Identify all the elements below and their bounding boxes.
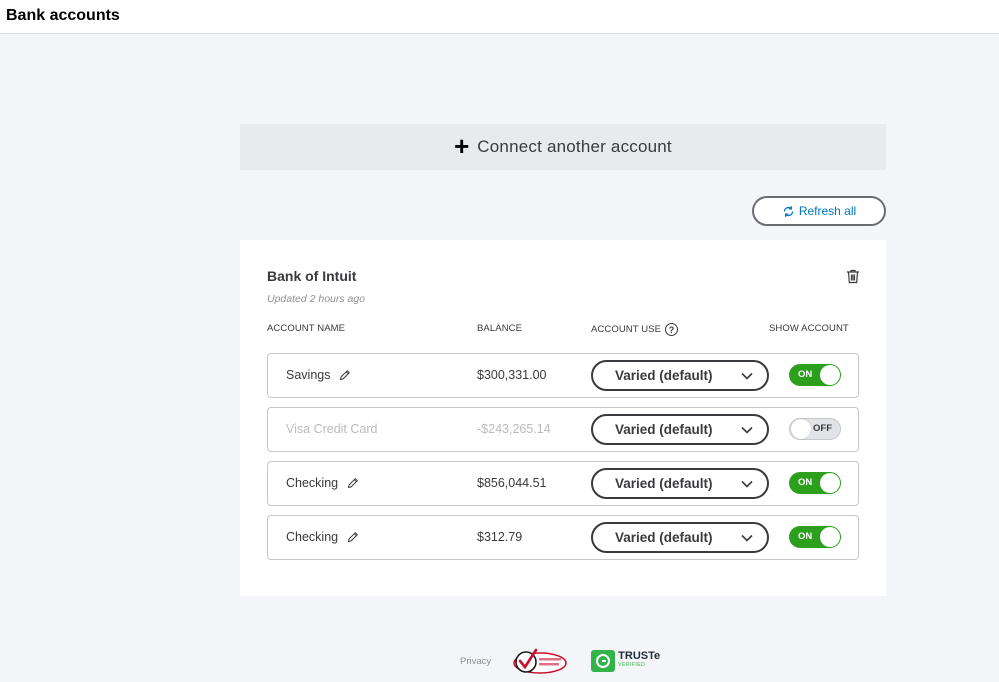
account-use-value: Varied (default) <box>615 368 713 383</box>
account-use-value: Varied (default) <box>615 530 713 545</box>
account-balance: $300,331.00 <box>477 368 547 382</box>
page-title: Bank accounts <box>6 7 120 24</box>
refresh-all-label: Refresh all <box>798 204 857 218</box>
toggle-label: ON <box>798 369 813 380</box>
account-use-dropdown[interactable]: Varied (default) <box>591 522 769 553</box>
verisign-seal-icon <box>511 647 569 675</box>
refresh-icon <box>782 205 795 218</box>
account-row: Savings $300,331.00 Varied (default) ON <box>267 353 859 398</box>
account-use-dropdown[interactable]: Varied (default) <box>591 414 769 445</box>
account-use-value: Varied (default) <box>615 476 713 491</box>
bank-updated-time: Updated 2 hours ago <box>267 293 366 305</box>
help-icon[interactable]: ? <box>665 323 679 336</box>
account-balance: $856,044.51 <box>477 476 547 490</box>
account-name-label: Checking <box>286 530 339 544</box>
account-name: Savings <box>286 368 351 382</box>
account-name: Checking <box>286 476 359 490</box>
account-use-dropdown[interactable]: Varied (default) <box>591 360 769 391</box>
refresh-all-button[interactable]: Refresh all <box>752 196 886 226</box>
bank-card: Bank of Intuit Updated 2 hours ago ACCOU… <box>240 240 886 596</box>
column-header-account-use-label: ACCOUNT USE <box>591 324 662 335</box>
connect-account-label: Connect another account <box>477 137 672 156</box>
footer: Privacy TRUSTe VERIFIED <box>460 646 660 676</box>
column-header-account-use: ACCOUNT USE ? <box>591 323 679 336</box>
truste-logo-icon <box>591 650 616 672</box>
column-header-show-account: SHOW ACCOUNT <box>769 323 849 334</box>
connect-account-button[interactable]: + Connect another account <box>240 124 886 170</box>
truste-text: TRUSTe VERIFIED <box>618 650 661 670</box>
top-bar: Bank accounts <box>0 0 999 34</box>
toggle-knob <box>820 527 840 547</box>
show-account-toggle[interactable]: ON <box>789 472 841 494</box>
account-use-value: Varied (default) <box>615 422 713 437</box>
toggle-label: ON <box>798 477 813 488</box>
toggle-knob <box>791 419 811 439</box>
account-row: Checking $856,044.51 Varied (default) ON <box>267 461 859 506</box>
chevron-down-icon <box>740 531 754 548</box>
plus-icon: + <box>454 131 470 161</box>
account-name-label: Savings <box>286 368 331 382</box>
pencil-icon[interactable] <box>339 369 351 381</box>
show-account-toggle[interactable]: OFF <box>789 418 841 440</box>
truste-sub: VERIFIED <box>618 662 646 668</box>
account-name-label: Visa Credit Card <box>286 422 378 436</box>
account-name: Visa Credit Card <box>286 422 377 436</box>
chevron-down-icon <box>740 369 754 386</box>
truste-badge: TRUSTe VERIFIED <box>591 650 660 672</box>
column-header-account-name: ACCOUNT NAME <box>267 323 346 334</box>
show-account-toggle[interactable]: ON <box>789 364 841 386</box>
trash-icon[interactable] <box>846 269 860 289</box>
bank-name: Bank of Intuit <box>267 268 357 284</box>
account-use-dropdown[interactable]: Varied (default) <box>591 468 769 499</box>
column-header-balance: BALANCE <box>477 323 523 334</box>
account-row: Visa Credit Card -$243,265.14 Varied (de… <box>267 407 859 452</box>
account-name: Checking <box>286 530 359 544</box>
toggle-label: OFF <box>813 423 832 434</box>
toggle-knob <box>820 473 840 493</box>
chevron-down-icon <box>740 477 754 494</box>
privacy-link[interactable]: Privacy <box>460 656 491 667</box>
chevron-down-icon <box>740 423 754 440</box>
toggle-label: ON <box>798 531 813 542</box>
truste-name: TRUSTe <box>618 650 661 662</box>
account-name-label: Checking <box>286 476 339 490</box>
pencil-icon[interactable] <box>347 531 359 543</box>
pencil-icon[interactable] <box>347 477 359 489</box>
account-balance: $312.79 <box>477 530 523 544</box>
toggle-knob <box>820 365 840 385</box>
account-row: Checking $312.79 Varied (default) ON <box>267 515 859 560</box>
show-account-toggle[interactable]: ON <box>789 526 841 548</box>
account-balance: -$243,265.14 <box>477 422 551 436</box>
